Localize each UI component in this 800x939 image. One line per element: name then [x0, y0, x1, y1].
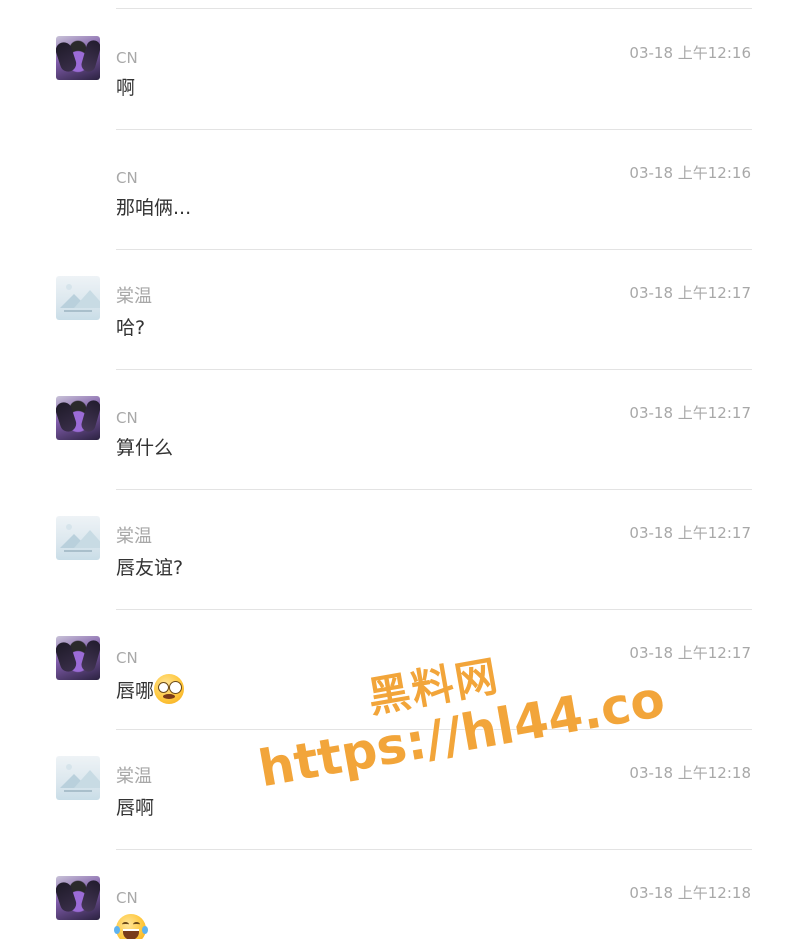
message-text-content: 哈? [116, 317, 146, 339]
sun-icon [66, 764, 72, 770]
message-time: 03-18 上午12:17 [629, 284, 751, 302]
sender-name: CN [116, 889, 138, 907]
avatar-caption-line [64, 310, 92, 312]
avatar-tangwen[interactable] [56, 276, 100, 320]
message-text-content: 算什么 [116, 437, 174, 459]
woozy-face-icon [154, 674, 185, 704]
message-text[interactable]: 哈? [116, 314, 145, 342]
avatar-cn[interactable] [56, 396, 100, 440]
message-text[interactable]: 啊 [116, 74, 135, 102]
avatar-tangwen[interactable] [56, 756, 100, 800]
message-time: 03-18 上午12:17 [629, 524, 751, 542]
message-time: 03-18 上午12:17 [629, 644, 751, 662]
message-item: CN 03-18 上午12:16 啊 [0, 10, 800, 130]
tears-of-joy-icon [114, 914, 148, 939]
mountain-icon [74, 770, 100, 788]
message-text[interactable]: 算什么 [116, 434, 173, 462]
avatar-cn[interactable] [56, 876, 100, 920]
message-text-content: 啊 [116, 77, 136, 99]
message-item: CN 03-18 上午12:16 那咱俩... [0, 130, 800, 250]
divider [116, 8, 752, 9]
message-time: 03-18 上午12:17 [629, 404, 751, 422]
avatar-cn[interactable] [56, 36, 100, 80]
sun-icon [66, 524, 72, 530]
message-text[interactable]: 唇友谊? [116, 554, 183, 582]
avatar-cn[interactable] [56, 636, 100, 680]
message-item: 棠温 03-18 上午12:18 唇啊 [0, 730, 800, 850]
sun-icon [66, 284, 72, 290]
mountain-icon [74, 530, 100, 548]
message-item: CN 03-18 上午12:17 算什么 [0, 370, 800, 490]
avatar-tangwen[interactable] [56, 516, 100, 560]
avatar-caption-line [64, 790, 92, 792]
message-item: CN 03-18 上午12:17 唇哪 [0, 610, 800, 730]
message-text-content: 唇哪 [116, 680, 155, 702]
message-time: 03-18 上午12:16 [629, 44, 751, 62]
chat-history-page: CN 03-18 上午12:16 啊 CN 03-18 上午12:16 那咱俩.… [0, 0, 800, 939]
message-time: 03-18 上午12:18 [629, 764, 751, 782]
message-text[interactable]: 唇啊 [116, 794, 154, 822]
message-item: 棠温 03-18 上午12:17 哈? [0, 250, 800, 370]
message-text[interactable]: 那咱俩... [116, 194, 191, 222]
message-text[interactable] [114, 914, 148, 939]
message-time: 03-18 上午12:16 [629, 164, 751, 182]
sender-name: CN [116, 49, 138, 67]
message-text-content: 唇友谊? [116, 557, 184, 579]
sender-name: CN [116, 169, 138, 187]
sender-name: 棠温 [116, 766, 152, 787]
sender-name: CN [116, 409, 138, 427]
sender-name: CN [116, 649, 138, 667]
message-item: 棠温 03-18 上午12:17 唇友谊? [0, 490, 800, 610]
message-item: CN 03-18 上午12:18 [0, 850, 800, 939]
avatar-caption-line [64, 550, 92, 552]
mountain-icon [74, 290, 100, 308]
message-text-content: 那咱俩... [116, 197, 192, 219]
message-text-content: 唇啊 [116, 797, 155, 819]
sender-name: 棠温 [116, 526, 152, 547]
sender-name: 棠温 [116, 286, 152, 307]
message-time: 03-18 上午12:18 [629, 884, 751, 902]
message-text[interactable]: 唇哪 [116, 674, 185, 705]
